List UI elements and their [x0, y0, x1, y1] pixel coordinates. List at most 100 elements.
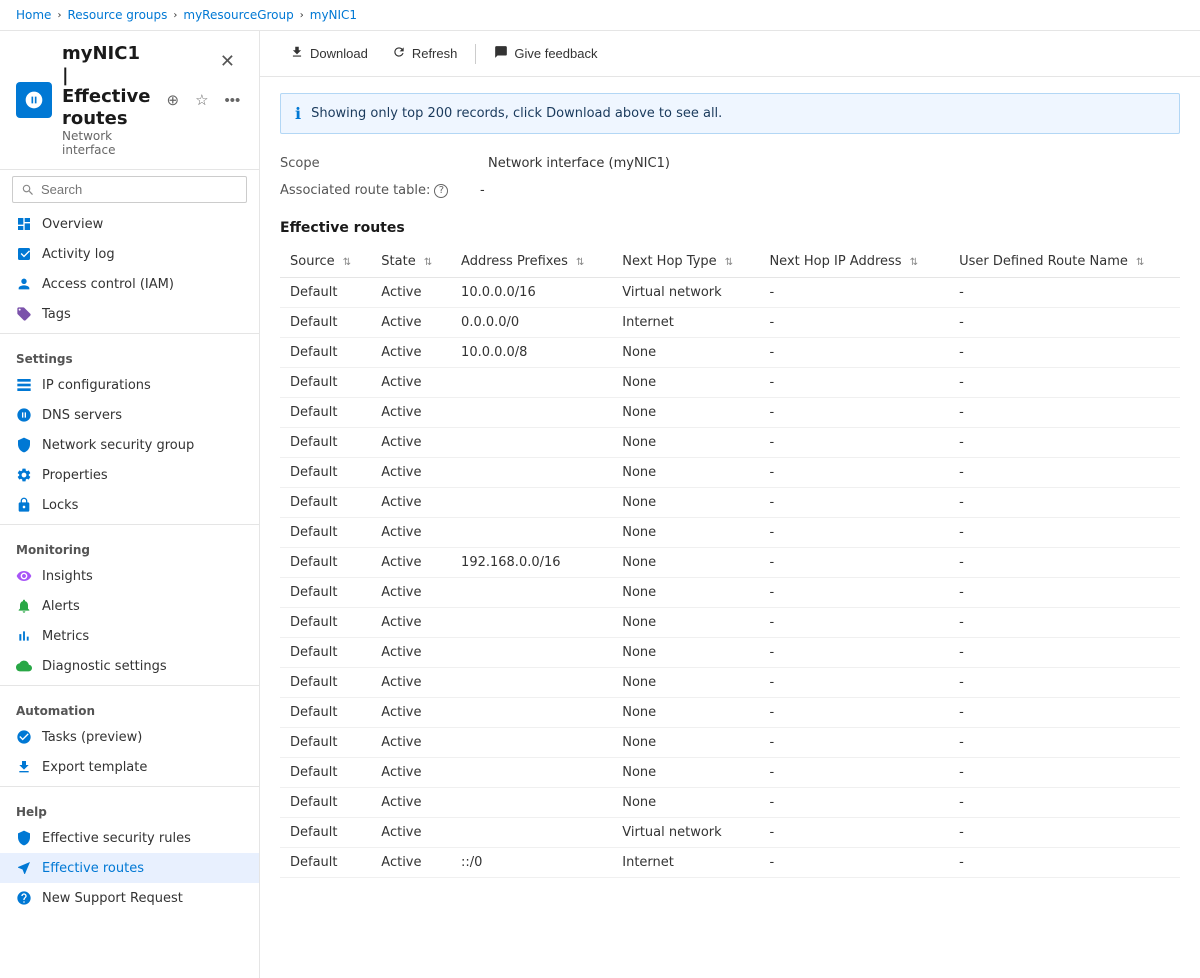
sidebar-item-tags[interactable]: Tags	[0, 299, 259, 329]
cell-state: Active	[371, 428, 451, 458]
activity-log-icon	[16, 246, 32, 262]
sidebar-label-activity-log: Activity log	[42, 247, 115, 262]
sidebar-header: myNIC1 | Effective routes Network interf…	[0, 31, 259, 170]
table-row: Default Active None - -	[280, 368, 1180, 398]
cell-user-defined: -	[949, 668, 1180, 698]
cell-address-prefix: 10.0.0.0/16	[451, 278, 612, 308]
sidebar-item-locks[interactable]: Locks	[0, 490, 259, 520]
sidebar-item-effective-routes[interactable]: Effective routes	[0, 853, 259, 883]
cell-user-defined: -	[949, 818, 1180, 848]
download-button[interactable]: Download	[280, 39, 378, 68]
col-state[interactable]: State ⇅	[371, 246, 451, 278]
sidebar-item-overview[interactable]: Overview	[0, 209, 259, 239]
cell-next-hop-ip: -	[759, 518, 949, 548]
security-rules-icon	[16, 830, 32, 846]
cell-state: Active	[371, 518, 451, 548]
breadcrumb-my-resource-group[interactable]: myResourceGroup	[183, 8, 293, 22]
cell-state: Active	[371, 818, 451, 848]
cell-source: Default	[280, 488, 371, 518]
sidebar-item-security-rules[interactable]: Effective security rules	[0, 823, 259, 853]
info-banner-text: Showing only top 200 records, click Down…	[311, 106, 722, 121]
cell-address-prefix	[451, 428, 612, 458]
resource-type: Network interface	[62, 129, 150, 157]
content-body: ℹ Showing only top 200 records, click Do…	[260, 77, 1200, 978]
cell-next-hop-ip: -	[759, 428, 949, 458]
sidebar-item-activity-log[interactable]: Activity log	[0, 239, 259, 269]
table-header-row: Source ⇅ State ⇅ Address Prefixes ⇅ Next…	[280, 246, 1180, 278]
sidebar-label-tasks: Tasks (preview)	[42, 730, 142, 745]
sidebar-search-container	[0, 170, 259, 209]
cell-user-defined: -	[949, 458, 1180, 488]
table-row: Default Active None - -	[280, 788, 1180, 818]
cell-address-prefix	[451, 398, 612, 428]
col-user-defined[interactable]: User Defined Route Name ⇅	[949, 246, 1180, 278]
cell-next-hop-ip: -	[759, 608, 949, 638]
cell-source: Default	[280, 608, 371, 638]
cell-address-prefix: ::/0	[451, 848, 612, 878]
cell-address-prefix	[451, 578, 612, 608]
sidebar-label-dns: DNS servers	[42, 408, 122, 423]
cell-source: Default	[280, 578, 371, 608]
sidebar-label-nsg: Network security group	[42, 438, 194, 453]
info-icon: ℹ	[295, 104, 301, 123]
cell-state: Active	[371, 788, 451, 818]
sidebar-item-alerts[interactable]: Alerts	[0, 591, 259, 621]
routes-icon	[16, 860, 32, 876]
nav-divider-help	[0, 786, 259, 787]
cell-user-defined: -	[949, 338, 1180, 368]
cell-address-prefix	[451, 608, 612, 638]
nav-section-automation: Automation	[0, 690, 259, 722]
feedback-button[interactable]: Give feedback	[484, 39, 607, 68]
table-row: Default Active None - -	[280, 728, 1180, 758]
cell-next-hop-ip: -	[759, 848, 949, 878]
sidebar-label-export: Export template	[42, 760, 147, 775]
routes-table-body: Default Active 10.0.0.0/16 Virtual netwo…	[280, 278, 1180, 878]
cell-user-defined: -	[949, 788, 1180, 818]
cell-user-defined: -	[949, 728, 1180, 758]
sidebar-item-dns[interactable]: DNS servers	[0, 400, 259, 430]
sidebar-item-properties[interactable]: Properties	[0, 460, 259, 490]
header-action-icons: ⊕ ☆ •••	[162, 89, 244, 111]
cell-user-defined: -	[949, 758, 1180, 788]
sidebar-label-locks: Locks	[42, 498, 78, 513]
col-next-hop-ip[interactable]: Next Hop IP Address ⇅	[759, 246, 949, 278]
more-button[interactable]: •••	[221, 90, 245, 111]
sidebar-item-support[interactable]: New Support Request	[0, 883, 259, 913]
nav-section-settings: Settings	[0, 338, 259, 370]
sidebar-item-insights[interactable]: Insights	[0, 561, 259, 591]
refresh-button[interactable]: Refresh	[382, 39, 468, 68]
breadcrumb-mynic1[interactable]: myNIC1	[310, 8, 357, 22]
breadcrumb: Home › Resource groups › myResourceGroup…	[0, 0, 1200, 31]
cell-source: Default	[280, 458, 371, 488]
search-input[interactable]	[12, 176, 247, 203]
favorite-button[interactable]: ☆	[191, 89, 212, 111]
cell-next-hop-ip: -	[759, 698, 949, 728]
breadcrumb-home[interactable]: Home	[16, 8, 51, 22]
close-button[interactable]: ✕	[212, 47, 243, 76]
cell-next-hop-type: None	[612, 578, 759, 608]
cell-user-defined: -	[949, 578, 1180, 608]
sidebar-label-insights: Insights	[42, 569, 93, 584]
cell-next-hop-ip: -	[759, 758, 949, 788]
cell-address-prefix	[451, 488, 612, 518]
pin-button[interactable]: ⊕	[162, 89, 183, 111]
col-source[interactable]: Source ⇅	[280, 246, 371, 278]
cell-next-hop-type: None	[612, 608, 759, 638]
sidebar-item-metrics[interactable]: Metrics	[0, 621, 259, 651]
cell-next-hop-ip: -	[759, 668, 949, 698]
sidebar-item-export[interactable]: Export template	[0, 752, 259, 782]
table-row: Default Active None - -	[280, 578, 1180, 608]
sidebar-item-diagnostic[interactable]: Diagnostic settings	[0, 651, 259, 681]
refresh-label: Refresh	[412, 46, 458, 61]
sidebar-item-tasks[interactable]: Tasks (preview)	[0, 722, 259, 752]
sidebar-item-iam[interactable]: Access control (IAM)	[0, 269, 259, 299]
sidebar-item-ip-configurations[interactable]: IP configurations	[0, 370, 259, 400]
sidebar-label-iam: Access control (IAM)	[42, 277, 174, 292]
col-next-hop-type[interactable]: Next Hop Type ⇅	[612, 246, 759, 278]
sidebar-item-nsg[interactable]: Network security group	[0, 430, 259, 460]
cell-state: Active	[371, 308, 451, 338]
col-address-prefixes[interactable]: Address Prefixes ⇅	[451, 246, 612, 278]
help-icon[interactable]: ?	[434, 184, 448, 198]
properties-icon	[16, 467, 32, 483]
breadcrumb-resource-groups[interactable]: Resource groups	[67, 8, 167, 22]
